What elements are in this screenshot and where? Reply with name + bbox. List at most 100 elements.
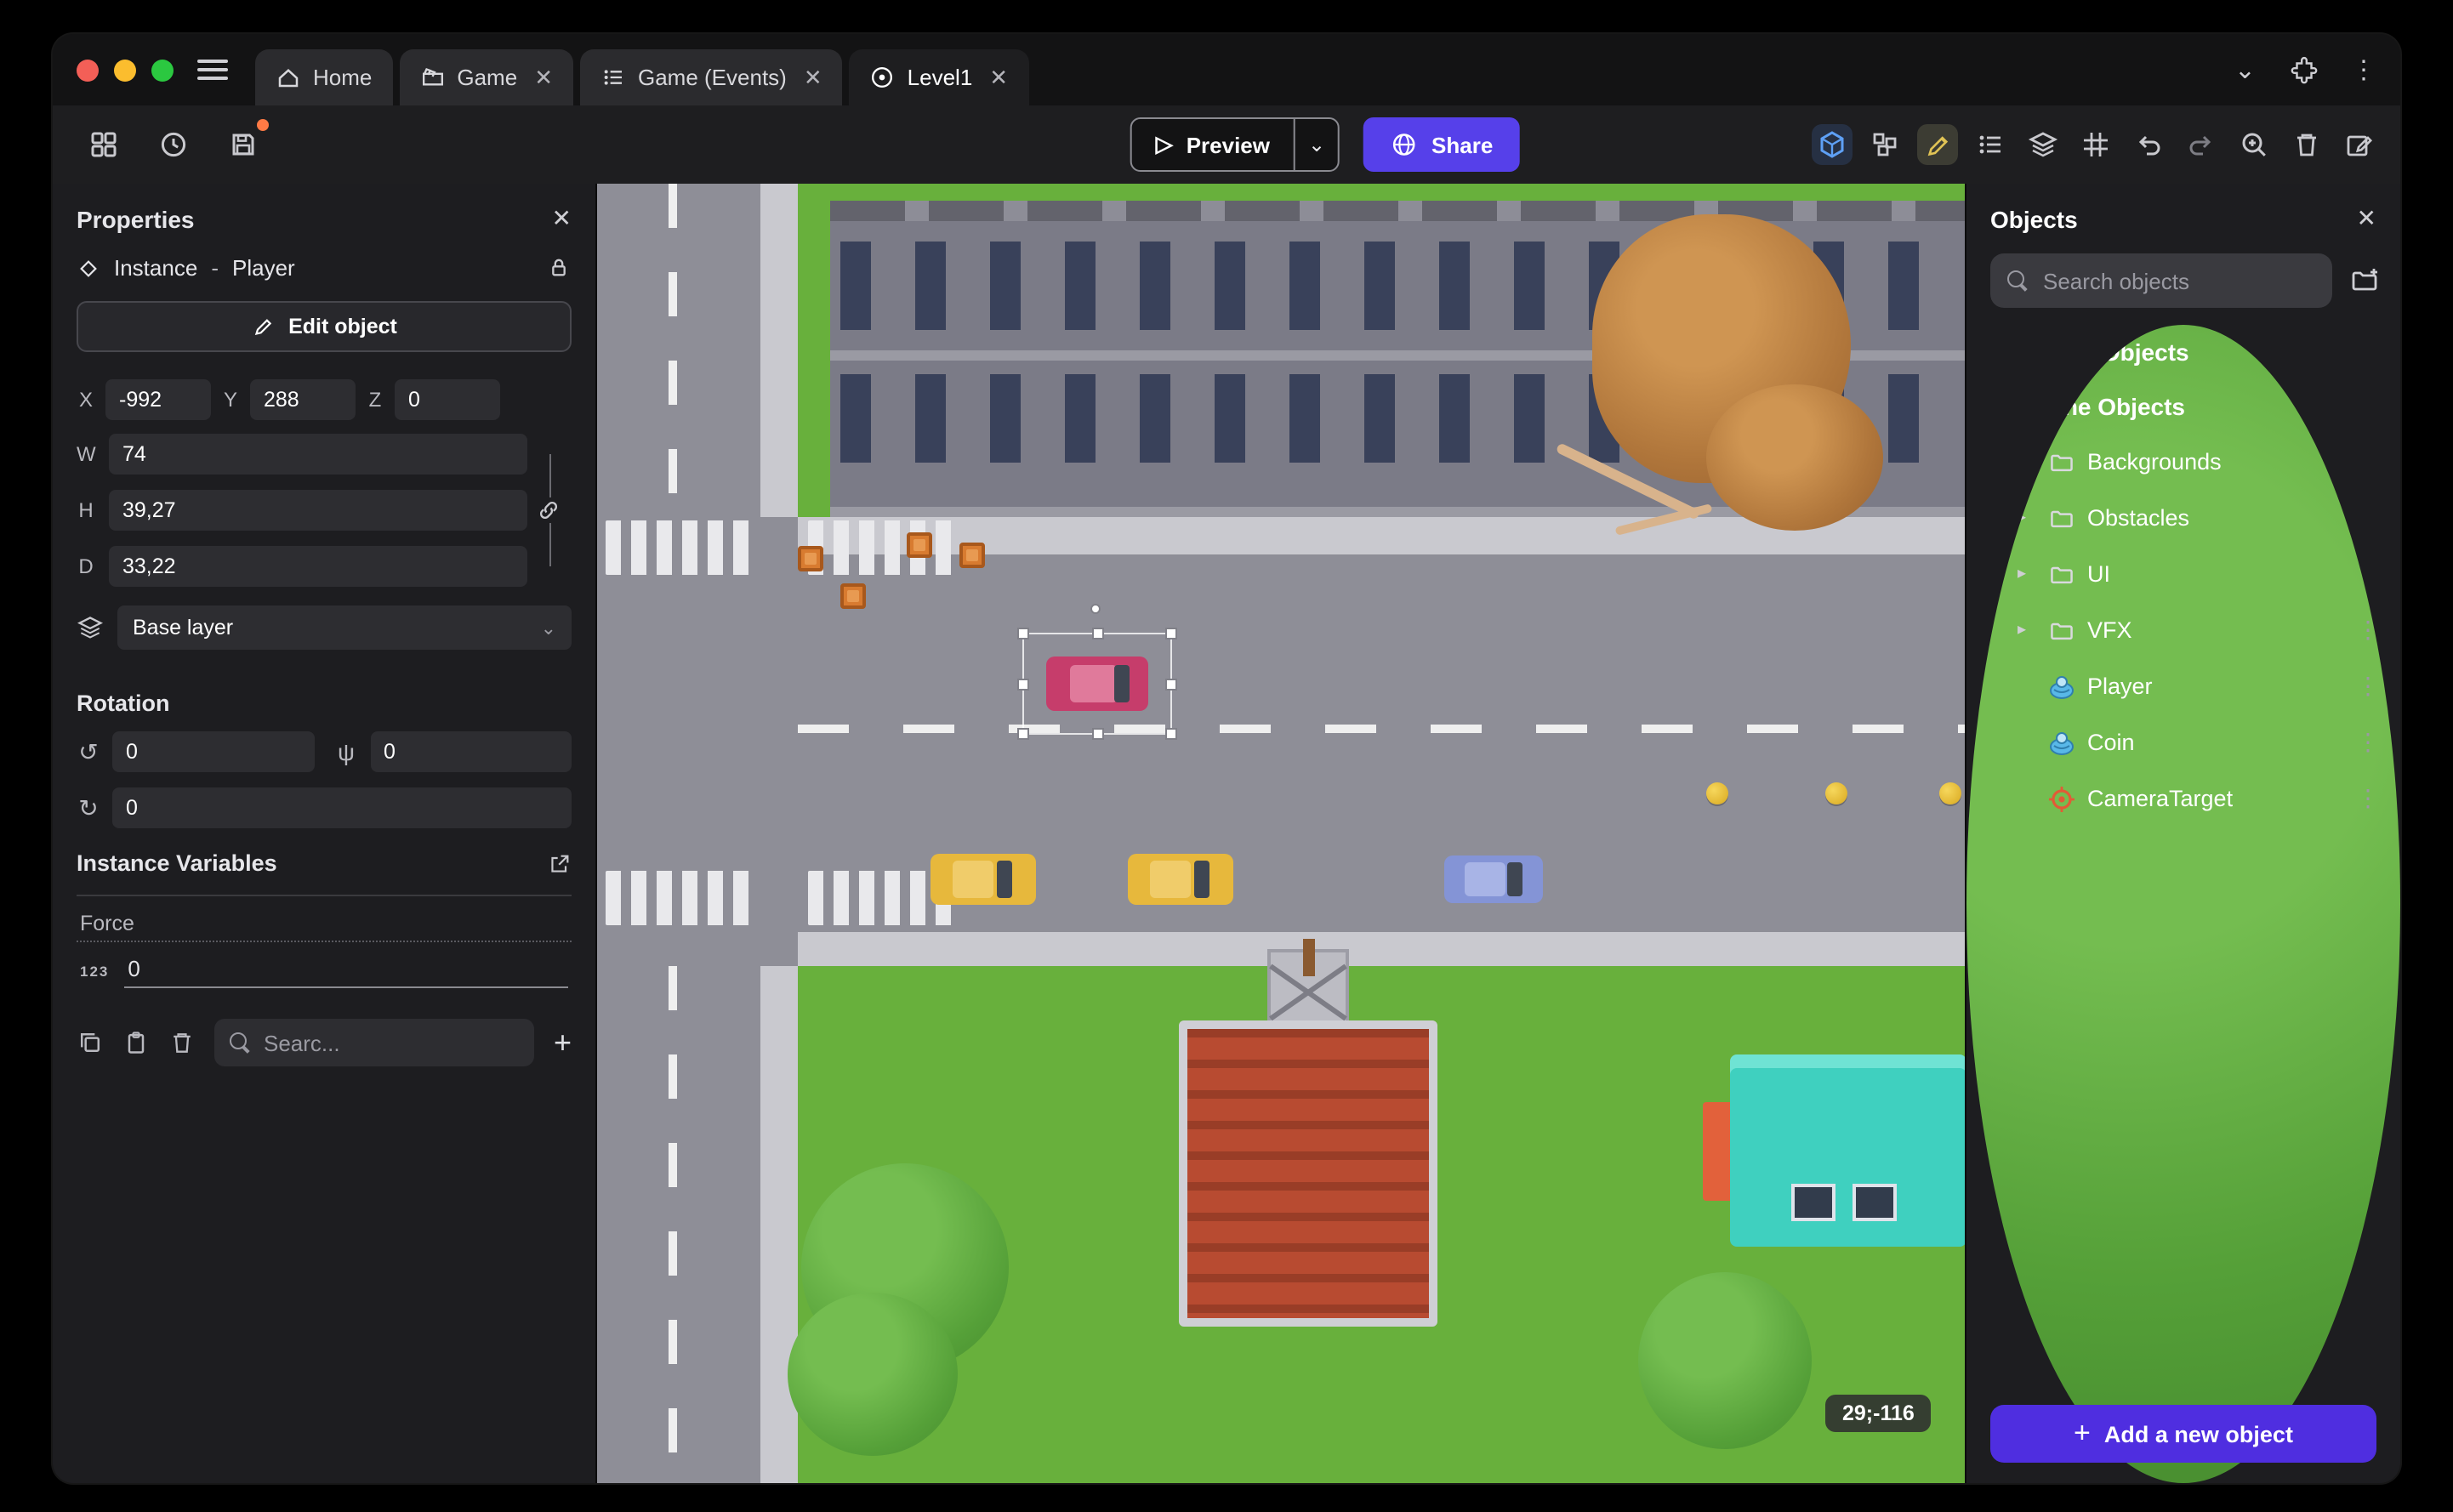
selection-handle[interactable]: [1165, 679, 1177, 691]
link-dimensions-icon[interactable]: [536, 497, 561, 523]
variable-name[interactable]: Force: [77, 896, 572, 942]
z-input[interactable]: 0: [395, 379, 500, 420]
folder-vfx[interactable]: ▸ VFX ⋮: [1966, 602, 2400, 658]
paste-icon[interactable]: [122, 1029, 150, 1056]
extensions-icon[interactable]: [2283, 49, 2324, 90]
add-new-object-button[interactable]: + Add a new object: [1990, 1405, 2376, 1463]
folder-backgrounds[interactable]: ▸ Backgrounds ⋮: [1966, 434, 2400, 490]
edit-properties-icon[interactable]: [2339, 124, 2380, 165]
brick-building-instance[interactable]: [1179, 1020, 1437, 1327]
kebab-menu-icon[interactable]: ⋮: [2356, 672, 2380, 701]
close-window-button[interactable]: [77, 59, 99, 81]
caret-right-icon[interactable]: ▸: [1990, 343, 2009, 361]
lock-icon[interactable]: [546, 255, 572, 281]
tab-game[interactable]: Game ✕: [399, 49, 573, 105]
coin-instance[interactable]: [1825, 782, 1847, 804]
delete-variable-icon[interactable]: [168, 1029, 196, 1056]
crate-instance[interactable]: [959, 543, 985, 568]
width-input[interactable]: 74: [109, 434, 527, 475]
kebab-menu-icon[interactable]: ⋮: [2356, 728, 2380, 757]
minimize-window-button[interactable]: [114, 59, 136, 81]
grid-icon[interactable]: [2075, 124, 2116, 165]
tab-game-events[interactable]: Game (Events) ✕: [580, 49, 843, 105]
close-tab-icon[interactable]: ✕: [534, 64, 553, 91]
crate-instance[interactable]: [907, 532, 932, 558]
instances-icon[interactable]: [1864, 124, 1905, 165]
caret-right-icon[interactable]: ▸: [2018, 509, 2036, 527]
yellow-car-instance[interactable]: [1128, 854, 1233, 905]
undo-icon[interactable]: [2128, 124, 2169, 165]
yellow-car-instance[interactable]: [931, 854, 1036, 905]
scene-canvas[interactable]: 29;-116: [597, 184, 1965, 1483]
layer-select[interactable]: Base layer ⌄: [117, 605, 572, 650]
variables-search-input[interactable]: Searc...: [214, 1019, 535, 1066]
selection-handle[interactable]: [1092, 728, 1104, 740]
caret-down-icon[interactable]: ▾: [1990, 397, 2009, 416]
rotation-y-input[interactable]: 0: [370, 731, 572, 772]
kebab-menu-icon[interactable]: ⋮: [2356, 503, 2380, 532]
chevron-down-icon[interactable]: ⌄: [2234, 54, 2256, 85]
rotation-z-input[interactable]: 0: [112, 787, 572, 828]
save-icon[interactable]: [223, 119, 269, 165]
height-input[interactable]: 39,27: [109, 490, 527, 531]
group-scene-objects[interactable]: ▾ Scene Objects: [1966, 379, 2400, 434]
selection-handle[interactable]: [1165, 728, 1177, 740]
layers-icon[interactable]: [2023, 124, 2063, 165]
selection-handle[interactable]: [1165, 628, 1177, 639]
zoom-icon[interactable]: [2234, 124, 2274, 165]
events-sheet-icon[interactable]: [1970, 124, 2011, 165]
selection-handle[interactable]: [1017, 728, 1029, 740]
crate-instance[interactable]: [840, 583, 866, 609]
rotation-x-input[interactable]: 0: [112, 731, 314, 772]
trash-icon[interactable]: [2286, 124, 2327, 165]
kebab-menu-icon[interactable]: ⋮: [2356, 447, 2380, 476]
object-coin[interactable]: Coin ⋮: [1966, 714, 2400, 770]
rotation-handle[interactable]: [1090, 604, 1101, 614]
teal-building-instance[interactable]: [1730, 1068, 1965, 1247]
copy-icon[interactable]: [77, 1029, 104, 1056]
tree-instance[interactable]: [1638, 1272, 1812, 1449]
tab-level1[interactable]: Level1 ✕: [849, 49, 1029, 105]
redo-icon[interactable]: [2181, 124, 2222, 165]
kebab-menu-icon[interactable]: ⋮: [2356, 560, 2380, 588]
caret-right-icon[interactable]: ▸: [2018, 565, 2036, 583]
x-input[interactable]: -992: [105, 379, 211, 420]
caret-right-icon[interactable]: ▸: [2018, 621, 2036, 639]
object-player[interactable]: Player ⋮: [1966, 658, 2400, 714]
selection-handle[interactable]: [1017, 628, 1029, 639]
selection-handle[interactable]: [1017, 679, 1029, 691]
caret-right-icon[interactable]: ▸: [2018, 452, 2036, 471]
maximize-window-button[interactable]: [151, 59, 174, 81]
add-folder-icon[interactable]: [2349, 265, 2380, 296]
add-variable-icon[interactable]: +: [554, 1027, 572, 1058]
edit-object-button[interactable]: Edit object: [77, 301, 572, 352]
variable-value-input[interactable]: 0: [124, 954, 568, 988]
crate-instance[interactable]: [798, 546, 823, 571]
hamburger-menu-icon[interactable]: [197, 60, 228, 80]
group-global-objects[interactable]: ▸ Global Objects: [1966, 325, 2400, 379]
share-button[interactable]: Share: [1363, 117, 1521, 172]
project-manager-icon[interactable]: [83, 124, 124, 165]
y-input[interactable]: 288: [250, 379, 356, 420]
folder-obstacles[interactable]: ▸ Obstacles ⋮: [1966, 490, 2400, 546]
3d-view-icon[interactable]: [1812, 124, 1853, 165]
close-icon[interactable]: ✕: [552, 204, 572, 233]
history-icon[interactable]: [153, 124, 194, 165]
object-cameratarget[interactable]: CameraTarget ⋮: [1966, 770, 2400, 827]
tab-home[interactable]: Home: [255, 49, 393, 105]
open-variables-icon[interactable]: [548, 851, 572, 875]
depth-input[interactable]: 33,22: [109, 546, 527, 587]
preview-button[interactable]: ▷ Preview ⌄: [1130, 117, 1340, 172]
big-tree-instance[interactable]: [1706, 384, 1883, 531]
coin-instance[interactable]: [1706, 782, 1728, 804]
kebab-menu-icon[interactable]: ⋮: [2356, 784, 2380, 813]
kebab-menu-icon[interactable]: ⋮: [2351, 54, 2376, 85]
close-tab-icon[interactable]: ✕: [989, 64, 1008, 91]
coin-instance[interactable]: [1939, 782, 1961, 804]
edit-mode-pencil-icon[interactable]: [1917, 124, 1958, 165]
close-icon[interactable]: ✕: [2357, 204, 2376, 233]
kebab-menu-icon[interactable]: ⋮: [2356, 616, 2380, 645]
preview-options-caret[interactable]: ⌄: [1294, 119, 1338, 170]
selection-handle[interactable]: [1092, 628, 1104, 639]
folder-ui[interactable]: ▸ UI ⋮: [1966, 546, 2400, 602]
